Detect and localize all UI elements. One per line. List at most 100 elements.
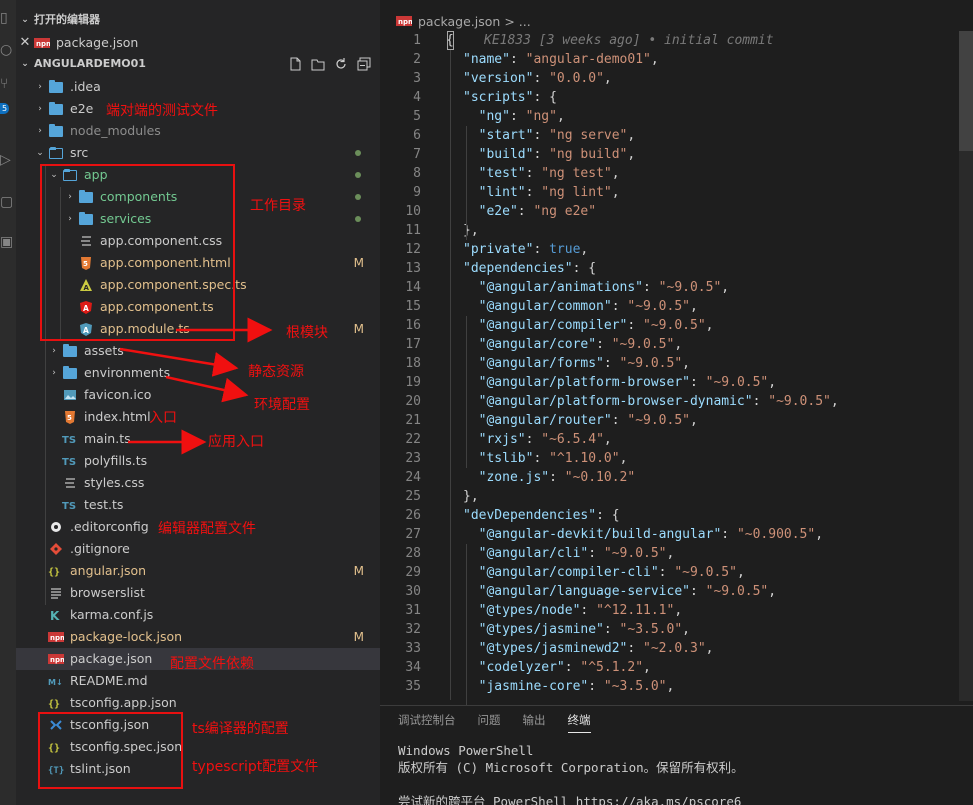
code-text: "@angular/animations": "~9.0.5", <box>463 280 730 295</box>
chevron-right-icon[interactable]: › <box>46 340 62 362</box>
search-icon[interactable]: ○ <box>0 38 16 62</box>
tree-folder-item[interactable]: › node_modules <box>16 120 380 142</box>
tree-file-item[interactable]: .editorconfig <box>16 516 380 538</box>
project-title: ANGULARDEMO01 <box>34 57 146 70</box>
chevron-right-icon[interactable]: › <box>46 362 62 384</box>
refresh-icon[interactable] <box>333 56 349 72</box>
tree-file-item[interactable]: npm package-lock.json M <box>16 626 380 648</box>
tree-file-item[interactable]: app.component.css <box>16 230 380 252</box>
open-editors-header[interactable]: ⌄ 打开的编辑器 <box>16 9 380 31</box>
open-editor-item[interactable]: ✕ npm package.json <box>16 32 380 54</box>
git-status-dot <box>355 216 361 222</box>
tree-folder-item[interactable]: › .idea <box>16 76 380 98</box>
code-line: 10 "e2e": "ng e2e" <box>380 202 973 221</box>
panel-tab[interactable]: 输出 <box>523 712 546 733</box>
tree-folder-item[interactable]: › e2e <box>16 98 380 120</box>
panel-tab[interactable]: 问题 <box>478 712 501 733</box>
editorconfig-icon <box>48 519 64 535</box>
tree-item-label: node_modules <box>70 123 161 138</box>
git-status-dot <box>355 194 361 200</box>
tree-folder-item[interactable]: › environments <box>16 362 380 384</box>
tree-item-label: e2e <box>70 101 94 116</box>
tree-file-item[interactable]: favicon.ico <box>16 384 380 406</box>
tree-folder-item[interactable]: › components <box>16 186 380 208</box>
chevron-right-icon[interactable]: › <box>62 208 78 230</box>
tree-file-item[interactable]: 5 app.component.html M <box>16 252 380 274</box>
code-line: 34 "codelyzer": "^5.1.2", <box>380 658 973 677</box>
json-icon: {} <box>48 695 64 711</box>
scrollbar-thumb[interactable] <box>959 31 973 151</box>
code-line: 17 "@angular/core": "~9.0.5", <box>380 335 973 354</box>
tree-file-item[interactable]: Aapp.component.ts <box>16 296 380 318</box>
chevron-right-icon[interactable]: › <box>32 98 48 120</box>
tree-file-item[interactable]: {} angular.json M <box>16 560 380 582</box>
debug-icon[interactable]: ▷ <box>0 148 16 172</box>
tree-file-item[interactable]: Aapp.component.spec.ts <box>16 274 380 296</box>
file-icon <box>48 585 64 601</box>
extensions-icon[interactable]: ▢ <box>0 190 16 214</box>
line-number: 26 <box>405 508 421 523</box>
chevron-down-icon[interactable]: ⌄ <box>46 164 62 186</box>
folder-icon <box>78 189 94 205</box>
line-number: 21 <box>405 413 421 428</box>
line-number: 10 <box>405 204 421 219</box>
code-text: "zone.js": "~0.10.2" <box>463 470 636 485</box>
editor-scrollbar[interactable] <box>959 31 973 701</box>
code-line: 21 "@angular/router": "~9.0.5", <box>380 411 973 430</box>
tsconfig-icon <box>48 717 64 733</box>
text-cursor <box>447 31 454 50</box>
line-number: 23 <box>405 451 421 466</box>
code-text: "@angular/common": "~9.0.5", <box>463 299 698 314</box>
tree-file-item[interactable]: browserslist <box>16 582 380 604</box>
svg-text:npm: npm <box>36 40 50 48</box>
tree-file-item[interactable]: Kkarma.conf.js <box>16 604 380 626</box>
tree-file-item[interactable]: Aapp.module.ts M <box>16 318 380 340</box>
tree-file-item[interactable]: 5 index.html <box>16 406 380 428</box>
tree-file-item[interactable]: tsconfig.json <box>16 714 380 736</box>
tree-file-item[interactable]: npm package.json <box>16 648 380 670</box>
code-line: 15 "@angular/common": "~9.0.5", <box>380 297 973 316</box>
collapse-all-icon[interactable] <box>356 56 372 72</box>
panel-tab[interactable]: 调试控制台 <box>398 712 456 733</box>
breadcrumb-more[interactable]: ... <box>519 14 531 29</box>
tree-file-item[interactable]: {} tsconfig.spec.json <box>16 736 380 758</box>
tree-file-item[interactable]: .gitignore <box>16 538 380 560</box>
close-icon[interactable]: ✕ <box>16 32 34 54</box>
project-header[interactable]: ⌄ ANGULARDEMO01 <box>16 53 380 75</box>
tree-file-item[interactable]: M↓ README.md <box>16 670 380 692</box>
panel-tab[interactable]: 终端 <box>567 712 591 733</box>
code-line: 24 "zone.js": "~0.10.2" <box>380 468 973 487</box>
line-number: 17 <box>405 337 421 352</box>
chevron-right-icon[interactable]: › <box>32 76 48 98</box>
tree-file-item[interactable]: TS main.ts <box>16 428 380 450</box>
code-line: 32 "@types/jasmine": "~3.5.0", <box>380 620 973 639</box>
new-file-icon[interactable] <box>287 56 303 72</box>
tree-file-item[interactable]: styles.css <box>16 472 380 494</box>
breadcrumb-separator: > <box>504 13 515 29</box>
remote-icon[interactable]: ▣ <box>0 230 16 254</box>
git-status-badge: M <box>353 256 364 270</box>
breadcrumb-file[interactable]: package.json <box>418 14 500 29</box>
npm-icon: npm <box>48 651 64 667</box>
line-number: 6 <box>413 128 421 143</box>
tree-file-item[interactable]: TS polyfills.ts <box>16 450 380 472</box>
tree-folder-item[interactable]: ⌄ app <box>16 164 380 186</box>
source-control-icon[interactable]: ⑂ <box>0 72 16 96</box>
folder-icon <box>62 365 78 381</box>
tree-item-label: main.ts <box>84 431 131 446</box>
chevron-down-icon[interactable]: ⌄ <box>32 142 48 164</box>
tree-file-item[interactable]: {} tsconfig.app.json <box>16 692 380 714</box>
terminal-output[interactable]: Windows PowerShell 版权所有 (C) Microsoft Cor… <box>398 742 744 805</box>
code-line: 18 "@angular/forms": "~9.0.5", <box>380 354 973 373</box>
tree-folder-item[interactable]: › assets <box>16 340 380 362</box>
new-folder-icon[interactable] <box>310 56 326 72</box>
tree-file-item[interactable]: {T} tslint.json <box>16 758 380 780</box>
explorer-icon[interactable]: ▯ <box>0 6 16 30</box>
code-editor[interactable]: 1{KE1833 [3 weeks ago] • initial commit 2… <box>380 31 973 714</box>
tree-file-item[interactable]: TS test.ts <box>16 494 380 516</box>
chevron-right-icon[interactable]: › <box>62 186 78 208</box>
tree-item-label: README.md <box>70 673 148 688</box>
tree-folder-item[interactable]: › services <box>16 208 380 230</box>
chevron-right-icon[interactable]: › <box>32 120 48 142</box>
tree-folder-item[interactable]: ⌄ src <box>16 142 380 164</box>
